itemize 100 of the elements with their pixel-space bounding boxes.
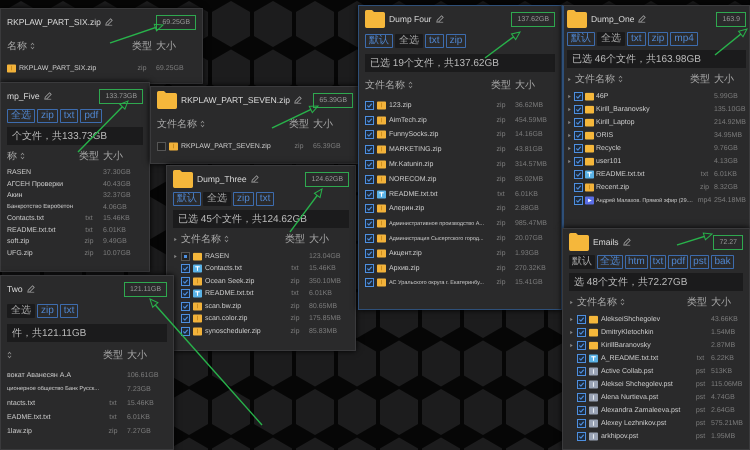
- column-header[interactable]: 大小: [515, 78, 555, 92]
- sort-icon[interactable]: [408, 81, 413, 89]
- filter-button[interactable]: 全选: [203, 192, 231, 206]
- checkbox[interactable]: [365, 234, 374, 244]
- filter-button[interactable]: zip: [446, 34, 466, 48]
- column-header[interactable]: 类型: [490, 78, 512, 92]
- caret-icon[interactable]: [569, 330, 574, 335]
- column-header[interactable]: 类型: [78, 149, 100, 163]
- filter-button[interactable]: mp4: [670, 32, 698, 46]
- checkbox[interactable]: [577, 380, 586, 389]
- checkbox[interactable]: [577, 367, 586, 376]
- caret-icon[interactable]: [567, 76, 572, 82]
- column-header[interactable]: 大小: [711, 295, 743, 309]
- checkbox[interactable]: [365, 160, 374, 170]
- checkbox[interactable]: [181, 252, 190, 261]
- caret-icon[interactable]: [173, 236, 178, 242]
- checkbox[interactable]: [577, 341, 586, 350]
- checkbox[interactable]: [365, 116, 374, 125]
- column-header[interactable]: 称: [7, 149, 17, 163]
- caret-icon[interactable]: [567, 146, 572, 151]
- column-header[interactable]: 文件名称: [157, 117, 197, 131]
- checkbox[interactable]: [181, 302, 190, 311]
- checkbox[interactable]: [181, 314, 190, 324]
- checkbox[interactable]: [365, 204, 374, 214]
- checkbox[interactable]: [181, 264, 190, 274]
- column-header[interactable]: 类型: [102, 348, 124, 362]
- caret-icon[interactable]: [567, 133, 572, 138]
- checkbox[interactable]: [574, 144, 583, 153]
- filter-button[interactable]: zip: [37, 109, 58, 123]
- caret-icon[interactable]: [173, 254, 178, 259]
- filter-button[interactable]: txt: [60, 109, 78, 123]
- pencil-icon[interactable]: [622, 238, 631, 246]
- filter-button[interactable]: pst: [690, 255, 710, 269]
- pencil-icon[interactable]: [44, 92, 52, 100]
- filter-button[interactable]: 全选: [395, 34, 423, 48]
- checkbox[interactable]: [574, 196, 583, 205]
- filter-button[interactable]: txt: [60, 304, 78, 318]
- checkbox[interactable]: [365, 264, 374, 273]
- caret-icon[interactable]: [569, 317, 574, 322]
- filter-button[interactable]: 默认: [365, 34, 393, 48]
- filter-button[interactable]: txt: [425, 34, 444, 48]
- pencil-icon[interactable]: [26, 285, 35, 293]
- checkbox[interactable]: [157, 142, 166, 150]
- column-header[interactable]: 类型: [686, 295, 708, 309]
- column-header[interactable]: 大小: [156, 39, 196, 53]
- checkbox[interactable]: [181, 326, 190, 336]
- checkbox[interactable]: [577, 419, 586, 428]
- filter-button[interactable]: htm: [625, 255, 648, 269]
- caret-icon[interactable]: [567, 159, 572, 164]
- checkbox[interactable]: [577, 354, 586, 363]
- sort-icon[interactable]: [618, 75, 623, 83]
- checkbox[interactable]: [365, 130, 374, 140]
- checkbox[interactable]: [365, 145, 374, 154]
- checkbox[interactable]: [365, 278, 374, 288]
- filter-button[interactable]: 全选: [597, 255, 623, 269]
- column-header[interactable]: 大小: [103, 149, 143, 163]
- filter-button[interactable]: 默认: [569, 255, 595, 269]
- column-header[interactable]: 文件名称: [575, 72, 615, 86]
- filter-button[interactable]: 默认: [173, 192, 201, 206]
- pencil-icon[interactable]: [250, 175, 259, 183]
- column-header[interactable]: 类型: [284, 232, 306, 246]
- column-header[interactable]: 类型: [131, 39, 153, 53]
- checkbox[interactable]: [181, 276, 190, 286]
- caret-icon[interactable]: [567, 94, 572, 99]
- checkbox[interactable]: [577, 432, 586, 441]
- checkbox[interactable]: [365, 100, 374, 110]
- checkbox[interactable]: [577, 406, 586, 415]
- caret-icon[interactable]: [567, 120, 572, 125]
- column-header[interactable]: 文件名称: [577, 295, 617, 309]
- filter-button[interactable]: txt: [256, 192, 274, 206]
- checkbox[interactable]: [574, 170, 583, 179]
- column-header[interactable]: 类型: [689, 72, 711, 86]
- column-header[interactable]: 名称: [7, 39, 27, 53]
- sort-icon[interactable]: [20, 152, 25, 160]
- column-header[interactable]: 大小: [714, 72, 746, 86]
- filter-button[interactable]: zip: [648, 32, 668, 46]
- column-header[interactable]: 类型: [288, 117, 310, 131]
- column-header[interactable]: 大小: [309, 232, 349, 246]
- filter-button[interactable]: 全选: [597, 32, 625, 46]
- filter-button[interactable]: 默认: [567, 32, 595, 46]
- checkbox[interactable]: [574, 118, 583, 127]
- checkbox[interactable]: [365, 219, 374, 228]
- filter-button[interactable]: 全选: [7, 109, 35, 123]
- filter-button[interactable]: txt: [650, 255, 666, 269]
- filter-button[interactable]: bak: [711, 255, 734, 269]
- sort-icon[interactable]: [7, 351, 12, 359]
- sort-icon[interactable]: [224, 235, 229, 243]
- sort-icon[interactable]: [30, 42, 35, 50]
- checkbox[interactable]: [577, 393, 586, 402]
- checkbox[interactable]: [365, 248, 374, 258]
- filter-button[interactable]: 全选: [7, 304, 35, 318]
- sort-icon[interactable]: [200, 120, 205, 128]
- column-header[interactable]: 大小: [127, 348, 167, 362]
- checkbox[interactable]: [577, 328, 586, 337]
- pencil-icon[interactable]: [294, 96, 302, 104]
- checkbox[interactable]: [574, 157, 583, 166]
- column-header[interactable]: 大小: [313, 117, 353, 131]
- filter-button[interactable]: pdf: [80, 109, 102, 123]
- filter-button[interactable]: zip: [37, 304, 58, 318]
- pencil-icon[interactable]: [436, 15, 444, 23]
